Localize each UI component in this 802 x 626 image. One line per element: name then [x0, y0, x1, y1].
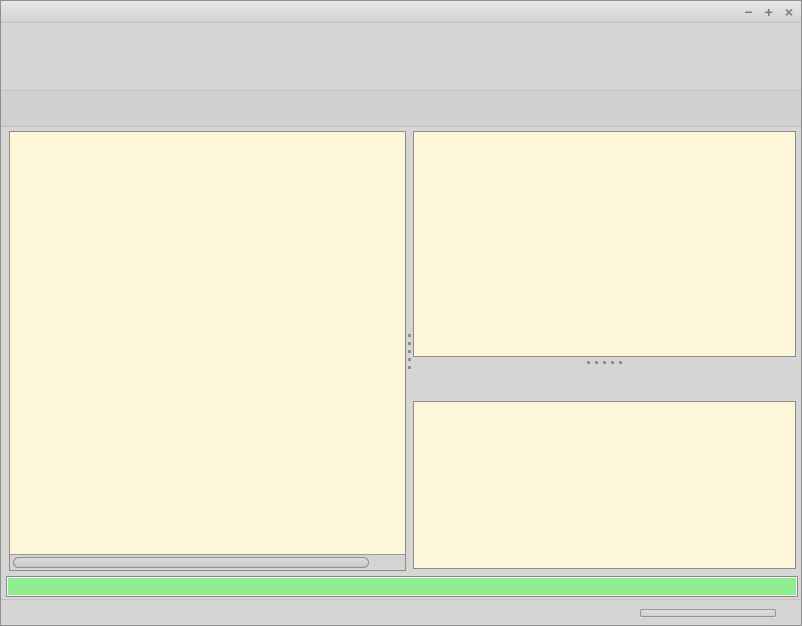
statusbar [1, 599, 801, 625]
editor-horizontal-scrollbar[interactable] [10, 554, 405, 570]
document-tab-bar [1, 91, 801, 127]
goals-pane[interactable] [413, 131, 796, 357]
titlebar[interactable]: −+ × [1, 1, 801, 23]
vertical-splitter[interactable] [405, 131, 413, 571]
progress-bar [6, 576, 798, 597]
message-tab-bar [413, 367, 796, 401]
window-buttons: −+ × [744, 1, 793, 23]
script-editor-pane[interactable] [9, 131, 406, 571]
minimize-button[interactable]: − [744, 5, 752, 19]
code-editor[interactable] [10, 132, 405, 554]
toolbar [1, 51, 801, 91]
messages-pane[interactable] [413, 401, 796, 569]
status-right [584, 609, 801, 617]
coq-status-indicator [640, 609, 776, 617]
maximize-button[interactable]: + [765, 5, 773, 19]
scrollbar-thumb[interactable] [13, 557, 369, 568]
menubar [1, 23, 801, 51]
coqide-window: −+ × [0, 0, 802, 626]
close-button[interactable]: × [785, 5, 793, 19]
horizontal-splitter[interactable] [413, 357, 796, 367]
